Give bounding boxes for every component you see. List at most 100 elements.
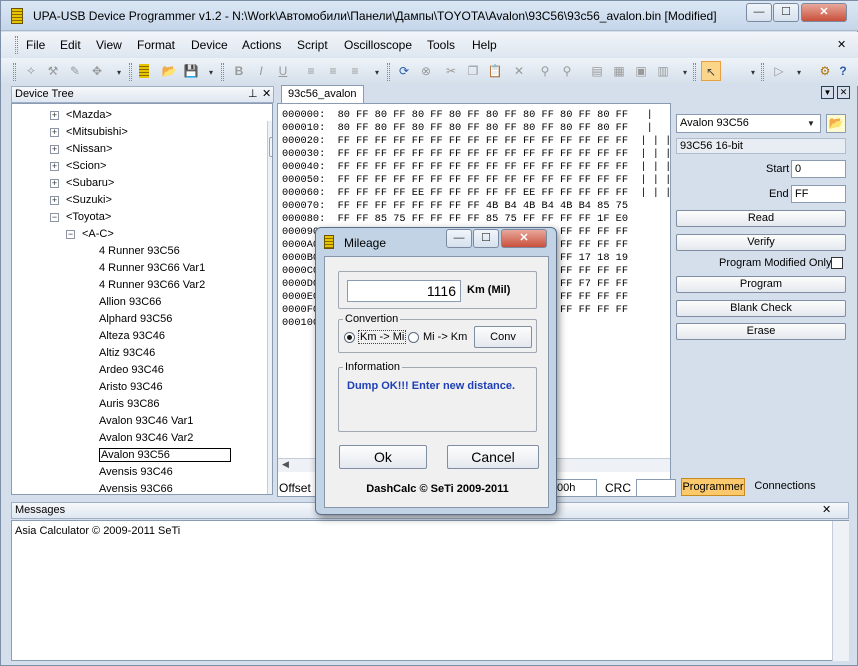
device-tree-scroll-thumb[interactable] (269, 137, 272, 157)
toolbar-grip-4[interactable] (387, 63, 390, 81)
end-input[interactable]: FF (791, 185, 846, 203)
scroll-left-icon[interactable]: ◀ (282, 459, 289, 470)
chip-icon[interactable] (139, 64, 149, 78)
toolbar-chevron-icon-6[interactable]: ▾ (795, 68, 803, 80)
device-tree-scrollbar[interactable] (267, 121, 272, 494)
radio-km-to-mi[interactable] (344, 332, 355, 343)
hex-line[interactable]: 000020: FF FF FF FF FF FF FF FF FF FF FF… (282, 135, 670, 148)
tree-item[interactable]: + <Mitsubishi> (50, 124, 128, 141)
toolbar-grip-3[interactable] (221, 63, 224, 81)
menu-actions[interactable]: Actions (242, 38, 281, 52)
messages-close-icon[interactable]: ✕ (822, 503, 831, 518)
tree-item[interactable]: Auris 93C86 (99, 396, 160, 413)
radio-km-to-mi-label[interactable]: Km -> Mi (358, 330, 407, 344)
expand-icon[interactable]: + (50, 162, 59, 171)
doc2-icon[interactable]: ▦ (609, 61, 629, 81)
toolbar-chevron-icon-4[interactable]: ▾ (681, 68, 689, 80)
tree-item[interactable]: − <A-C> (66, 226, 114, 243)
radio-mi-to-km[interactable] (408, 332, 419, 343)
tree-item[interactable]: Avensis 93C46 (99, 464, 173, 481)
delete-icon[interactable]: ✕ (509, 61, 529, 81)
open-device-icon[interactable]: 📂 (826, 114, 846, 133)
pin-icon[interactable]: ⊥ (248, 87, 258, 102)
read-button[interactable]: Read (676, 210, 846, 227)
menu-help[interactable]: Help (472, 38, 497, 52)
chevron-down-icon[interactable]: ▼ (804, 116, 818, 131)
collapse-icon[interactable]: − (50, 213, 59, 222)
start-input[interactable]: 0 (791, 160, 846, 178)
tree-item[interactable]: Allion 93C66 (99, 294, 161, 311)
menu-view[interactable]: View (96, 38, 122, 52)
dialog-minimize-button[interactable]: — (446, 229, 472, 248)
tab-programmer[interactable]: Programmer (681, 478, 745, 496)
messages-scrollbar[interactable] (832, 521, 849, 661)
toolbar-chevron-icon[interactable]: ▾ (115, 68, 123, 80)
hex-line[interactable]: 000080: FF FF 85 75 FF FF FF FF 85 75 FF… (282, 213, 628, 226)
editor-tab-dropdown-icon[interactable]: ▼ (821, 86, 834, 99)
find-icon[interactable]: ⚲ (535, 61, 555, 81)
ok-button[interactable]: Ok (339, 445, 427, 469)
wand2-icon[interactable]: ⚒ (43, 61, 63, 81)
underline-icon[interactable]: U (273, 61, 293, 81)
close-button[interactable]: ✕ (801, 3, 847, 22)
toolbar-chevron-icon-3[interactable]: ▾ (373, 68, 381, 80)
tree-item[interactable]: 4 Runner 93C66 Var1 (99, 260, 205, 277)
verify-button[interactable]: Verify (676, 234, 846, 251)
bold-icon[interactable]: B (229, 61, 249, 81)
tree-item[interactable]: Alteza 93C46 (99, 328, 165, 345)
device-select[interactable]: Avalon 93C56 ▼ (676, 114, 821, 133)
refresh-icon[interactable]: ⟳ (394, 61, 414, 81)
tree-item[interactable]: + <Scion> (50, 158, 106, 175)
doc4-icon[interactable]: ▥ (653, 61, 673, 81)
menu-grip[interactable] (15, 36, 18, 54)
tree-item[interactable]: 4 Runner 93C56 (99, 243, 180, 260)
hex-line[interactable]: 000060: FF FF FF FF EE FF FF FF FF FF EE… (282, 187, 670, 200)
doc3-icon[interactable]: ▣ (631, 61, 651, 81)
hex-line[interactable]: 000040: FF FF FF FF FF FF FF FF FF FF FF… (282, 161, 670, 174)
tree-item[interactable]: + <Nissan> (50, 141, 112, 158)
conv-button[interactable]: Conv (474, 326, 532, 348)
move-icon[interactable]: ✥ (87, 61, 107, 81)
menu-oscilloscope[interactable]: Oscilloscope (344, 38, 412, 52)
tree-item[interactable]: Avensis 93C66 (99, 481, 173, 494)
save-icon[interactable]: 💾 (181, 61, 201, 81)
align-left-icon[interactable]: ≡ (301, 61, 321, 81)
radio-mi-to-km-label[interactable]: Mi -> Km (423, 331, 467, 343)
tree-item[interactable]: Alphard 93C56 (99, 311, 172, 328)
tree-item[interactable]: Avalon 93C46 Var1 (99, 413, 193, 430)
align-center-icon[interactable]: ≡ (323, 61, 343, 81)
hex-line[interactable]: 000030: FF FF FF FF FF FF FF FF FF FF FF… (282, 148, 670, 161)
distance-input[interactable]: 1116 (347, 280, 461, 302)
dialog-close-button[interactable]: ✕ (501, 229, 547, 248)
italic-icon[interactable]: I (251, 61, 271, 81)
expand-icon[interactable]: + (50, 111, 59, 120)
tree-item[interactable]: + <Subaru> (50, 175, 114, 192)
copy-icon[interactable]: ❐ (463, 61, 483, 81)
toolbar-grip-5[interactable] (693, 63, 696, 81)
menu-script[interactable]: Script (297, 38, 328, 52)
cancel-button[interactable]: Cancel (447, 445, 539, 469)
maximize-button[interactable]: ☐ (773, 3, 799, 22)
toolbar-grip-2[interactable] (129, 63, 132, 81)
crc-value-field[interactable] (636, 479, 676, 497)
tab-connections[interactable]: Connections (749, 478, 821, 496)
menu-tools[interactable]: Tools (427, 38, 455, 52)
wand-icon[interactable]: ✧ (21, 61, 41, 81)
tab-93c56-avalon[interactable]: 93c56_avalon (281, 85, 364, 104)
toolbar-chevron-icon-5[interactable]: ▾ (749, 68, 757, 80)
expand-icon[interactable]: + (50, 179, 59, 188)
hex-line[interactable]: 000000: 80 FF 80 FF 80 FF 80 FF 80 FF 80… (282, 109, 670, 122)
tools-icon[interactable]: ✎ (65, 61, 85, 81)
tree-item[interactable]: Altiz 93C46 (99, 345, 155, 362)
settings-icon[interactable]: ⚙ (815, 61, 835, 81)
play-icon[interactable]: ▷ (769, 61, 789, 81)
erase-button[interactable]: Erase (676, 323, 846, 340)
tree-item[interactable]: + <Mazda> (50, 107, 112, 124)
menu-device[interactable]: Device (191, 38, 228, 52)
hex-line[interactable]: 000010: 80 FF 80 FF 80 FF 80 FF 80 FF 80… (282, 122, 670, 135)
offset-value-field[interactable]: 00h (553, 479, 597, 497)
open-icon[interactable]: 📂 (159, 61, 179, 81)
program-button[interactable]: Program (676, 276, 846, 293)
tree-item[interactable]: Ardeo 93C46 (99, 362, 164, 379)
tree-item[interactable]: 4 Runner 93C66 Var2 (99, 277, 205, 294)
